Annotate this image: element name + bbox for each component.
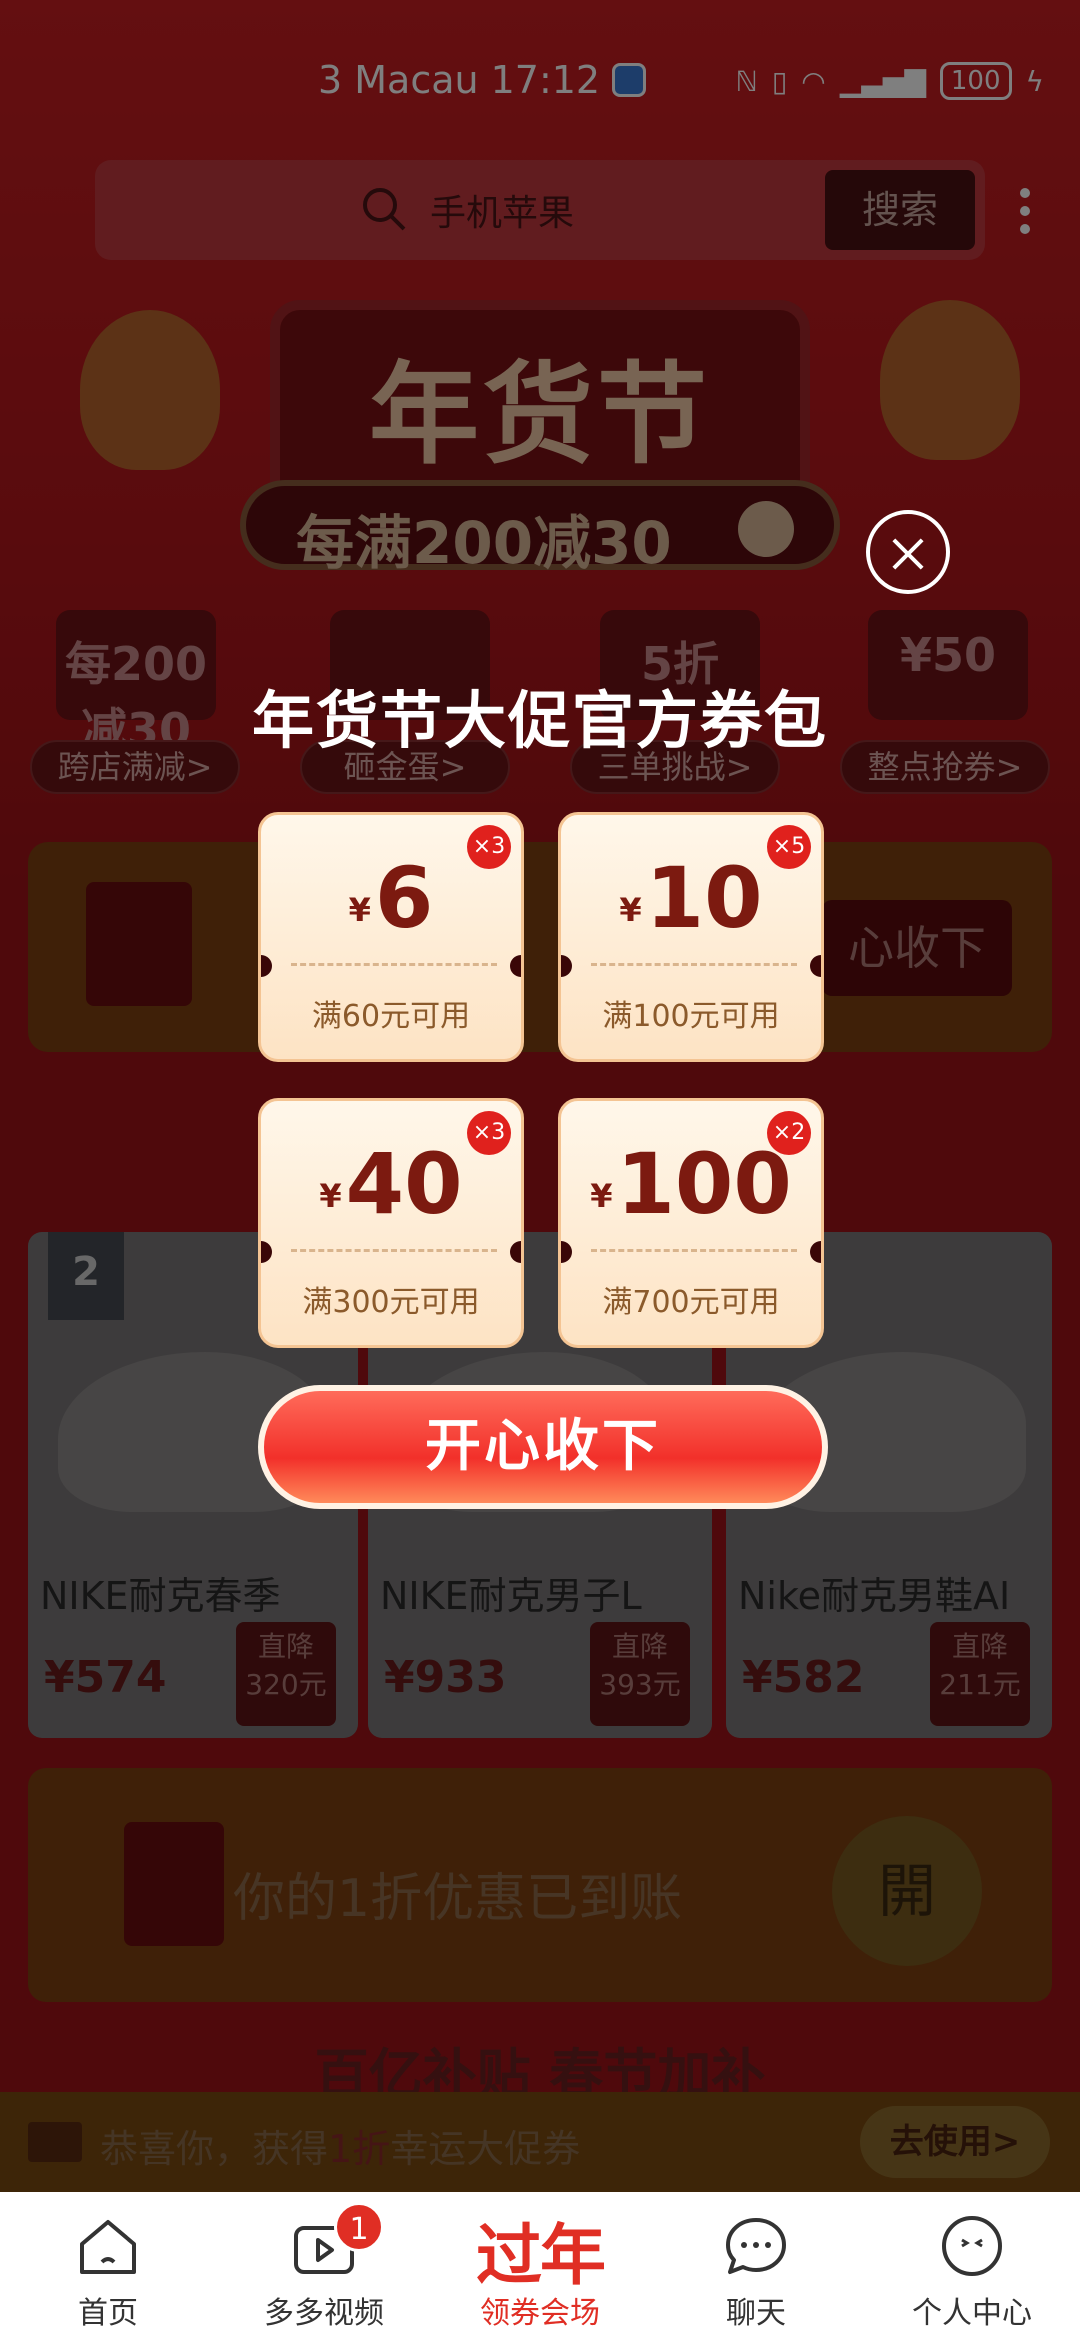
coupon-notch-left [561,955,572,977]
accept-coupons-button[interactable]: 开心收下 [258,1385,828,1509]
coupon-notch-left [261,955,272,977]
coupon-notch-left [561,1241,572,1263]
modal-overlay-bottom [0,2092,1080,2192]
tab-video-label: 多多视频 [264,2296,384,2331]
tab-chat[interactable]: 聊天 [648,2192,864,2340]
close-icon[interactable] [866,510,950,594]
tab-coupon-venue[interactable]: 过年 领券会场 [432,2192,648,2340]
coupon-card: ×3 ¥40 满300元可用 [258,1098,524,1348]
popup-title: 年货节大促官方券包 [251,684,828,757]
tab-video[interactable]: 1 多多视频 [216,2192,432,2340]
tab-profile-label: 个人中心 [912,2296,1032,2331]
coupon-condition: 满700元可用 [602,1285,780,1320]
tab-home-label: 首页 [78,2296,138,2331]
coupon-amount: ¥6 [348,849,434,947]
coupon-notch-right [510,1241,521,1263]
coupon-condition: 满300元可用 [302,1285,480,1320]
profile-icon [942,2216,1002,2276]
tab-home[interactable]: 首页 [0,2192,216,2340]
coupon-condition: 满100元可用 [602,999,780,1034]
coupon-card: ×2 ¥100 满700元可用 [558,1098,824,1348]
coupon-amount: ¥10 [619,849,763,947]
coupon-notch-right [810,1241,821,1263]
tab-chat-label: 聊天 [726,2296,786,2331]
notification-badge: 1 [334,2202,384,2252]
bottom-tab-bar: 首页 1 多多视频 过年 领券会场 聊天 个人中心 [0,2192,1080,2340]
chat-icon [726,2218,786,2274]
home-icon [80,2220,136,2274]
coupon-card: ×5 ¥10 满100元可用 [558,812,824,1062]
coupon-amount: ¥40 [319,1135,463,1233]
coupon-notch-left [261,1241,272,1263]
coupon-card: ×3 ¥6 满60元可用 [258,812,524,1062]
coupon-amount: ¥100 [590,1135,792,1233]
tab-coupon-venue-label: 领券会场 [480,2296,600,2331]
coupon-condition: 满60元可用 [311,999,471,1034]
app-screen: 3 Macau 17:12 ℕ ▯ ◠ ▁▃▅▇ 100 ϟ 手机苹果 搜索 年… [0,0,1080,2340]
modal-overlay[interactable] [0,0,1080,2192]
coupon-notch-right [510,955,521,977]
coupon-divider [291,963,497,966]
coupon-notch-right [810,955,821,977]
coupon-divider [591,1249,797,1252]
coupon-divider [291,1249,497,1252]
coupon-divider [591,963,797,966]
tab-profile[interactable]: 个人中心 [864,2192,1080,2340]
festival-icon: 过年 [476,2217,606,2294]
